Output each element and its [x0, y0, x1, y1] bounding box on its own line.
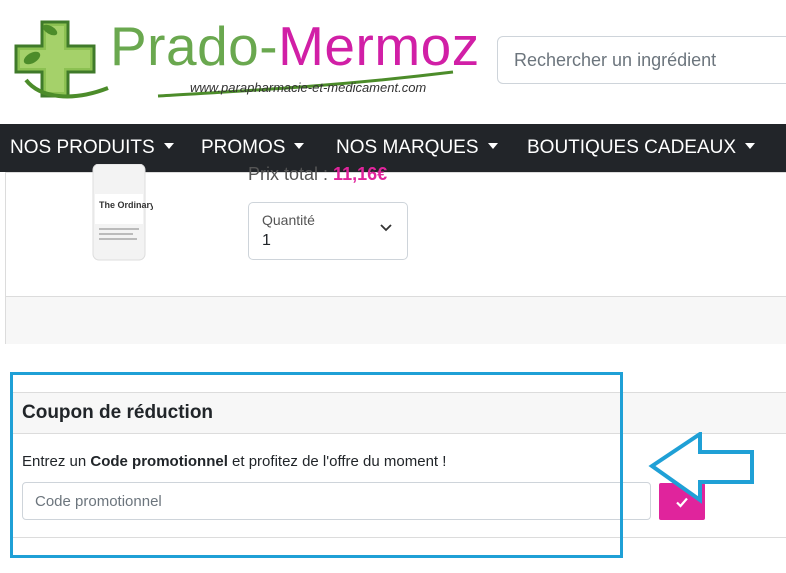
- search-input[interactable]: [497, 36, 786, 84]
- coupon-title: Coupon de réduction: [22, 402, 214, 423]
- price-label: Prix total :: [248, 164, 329, 184]
- brand-name[interactable]: Prado-Mermoz: [110, 16, 480, 76]
- chevron-down-icon: [380, 224, 392, 232]
- nav-item-label: NOS PRODUITS: [10, 137, 155, 158]
- product-brand-label: The Ordinary.: [99, 200, 153, 210]
- caret-down-icon: [163, 142, 174, 149]
- caret-down-icon: [745, 142, 756, 149]
- coupon-code-input[interactable]: [22, 482, 651, 520]
- brand-name-part1: Prado-: [110, 15, 279, 77]
- quantity-value: 1: [262, 232, 271, 249]
- coupon-text-prefix: Entrez un: [22, 453, 91, 470]
- apply-coupon-button[interactable]: [659, 483, 705, 520]
- coupon-text-bold: Code promotionnel: [90, 453, 228, 470]
- caret-down-icon: [487, 142, 498, 149]
- nav-item-label: NOS MARQUES: [336, 137, 479, 158]
- coupon-description: Entrez un Code promotionnel et profitez …: [22, 453, 446, 470]
- caret-down-icon: [294, 142, 305, 149]
- price-value: 11,16€: [333, 164, 388, 184]
- product-image: The Ordinary.: [92, 164, 153, 261]
- cart-card-footer: [6, 296, 786, 344]
- quantity-label: Quantité: [262, 212, 315, 228]
- check-icon: [676, 497, 688, 508]
- nav-item-label: BOUTIQUES CADEAUX: [527, 137, 737, 158]
- nav-item-boutiques[interactable]: BOUTIQUES CADEAUX: [527, 124, 756, 172]
- brand-url: www.parapharmacie-et-medicament.com: [190, 80, 427, 95]
- total-price: Prix total : 11,16€: [248, 164, 387, 185]
- coupon-text-suffix: et profitez de l'offre du moment !: [227, 453, 447, 470]
- brand-name-part2: Mermoz: [278, 15, 480, 77]
- nav-item-label: PROMOS: [201, 137, 286, 158]
- quantity-select[interactable]: Quantité 1: [248, 202, 408, 260]
